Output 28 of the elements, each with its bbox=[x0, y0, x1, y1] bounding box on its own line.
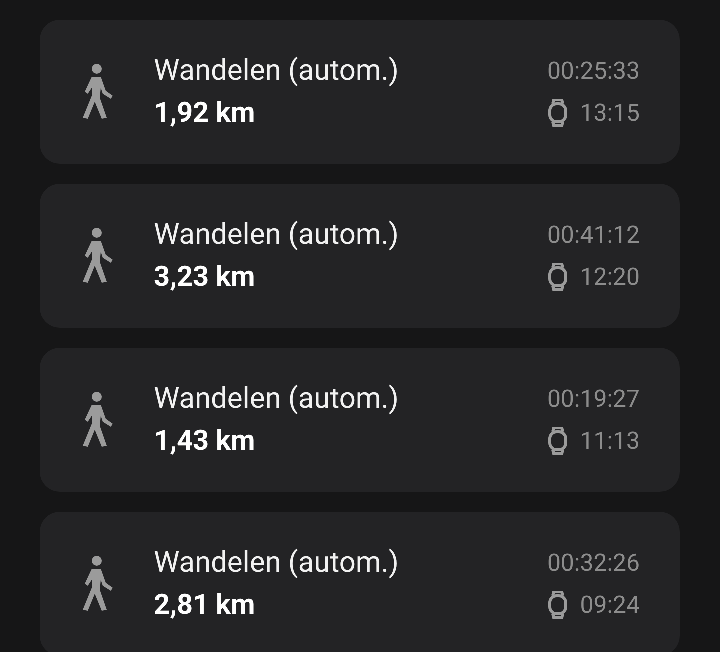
activity-time: 12:20 bbox=[580, 262, 640, 293]
watch-icon bbox=[548, 427, 568, 455]
walking-person-icon bbox=[80, 228, 114, 284]
watch-icon bbox=[548, 591, 568, 619]
activity-distance: 1,92 km bbox=[154, 95, 256, 131]
activity-card[interactable]: Wandelen (autom.) 3,23 km 00:41:12 12:20 bbox=[40, 184, 680, 328]
activity-title: Wandelen (autom.) bbox=[154, 217, 400, 254]
activity-time: 11:13 bbox=[580, 426, 640, 457]
activity-duration: 00:25:33 bbox=[547, 56, 640, 87]
walking-person-icon bbox=[80, 556, 114, 612]
activity-card[interactable]: Wandelen (autom.) 1,92 km 00:25:33 13:15 bbox=[40, 20, 680, 164]
watch-icon bbox=[548, 263, 568, 291]
activity-title: Wandelen (autom.) bbox=[154, 545, 400, 582]
activity-time: 09:24 bbox=[580, 590, 640, 621]
activity-title: Wandelen (autom.) bbox=[154, 53, 400, 90]
walking-person-icon bbox=[80, 64, 114, 120]
activity-time: 13:15 bbox=[580, 98, 640, 129]
activity-duration: 00:41:12 bbox=[547, 220, 640, 251]
activity-duration: 00:32:26 bbox=[547, 548, 640, 579]
activity-duration: 00:19:27 bbox=[547, 384, 640, 415]
activity-distance: 1,43 km bbox=[154, 423, 256, 459]
watch-icon bbox=[548, 99, 568, 127]
activity-distance: 3,23 km bbox=[154, 259, 256, 295]
activity-card[interactable]: Wandelen (autom.) 1,43 km 00:19:27 11:13 bbox=[40, 348, 680, 492]
activity-title: Wandelen (autom.) bbox=[154, 381, 400, 418]
walking-person-icon bbox=[80, 392, 114, 448]
activity-distance: 2,81 km bbox=[154, 587, 256, 623]
activity-card[interactable]: Wandelen (autom.) 2,81 km 00:32:26 09:24 bbox=[40, 512, 680, 652]
